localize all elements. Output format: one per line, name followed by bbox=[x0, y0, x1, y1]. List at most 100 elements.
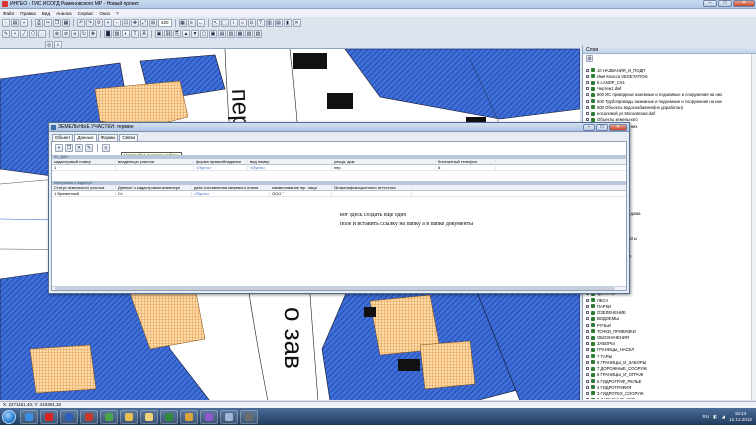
label-icon[interactable]: A bbox=[140, 29, 148, 38]
tool-c-icon[interactable]: ▤ bbox=[218, 29, 226, 38]
tool-g-icon[interactable]: ▨ bbox=[254, 29, 262, 38]
node-icon[interactable]: • bbox=[11, 29, 19, 38]
search-icon[interactable]: ⌕ bbox=[238, 18, 247, 27]
tab-object[interactable]: Объект bbox=[52, 134, 74, 141]
edit-icon[interactable]: ✎ bbox=[2, 29, 10, 38]
layer-up-icon[interactable]: ▲ bbox=[182, 29, 190, 38]
color-icon[interactable]: ◐ bbox=[122, 29, 130, 38]
mail-task[interactable] bbox=[180, 409, 198, 424]
table-cell[interactable]: <Пусто> bbox=[194, 165, 248, 171]
zoom-in-icon[interactable]: + bbox=[104, 18, 112, 27]
layer-visibility-checkbox[interactable] bbox=[586, 360, 589, 364]
full-extent-icon[interactable]: ⤢ bbox=[140, 18, 148, 27]
table-row[interactable]: 1 <Пусто> <Пусто> пер. 8 bbox=[52, 165, 626, 171]
table-order-icon[interactable]: ≡ bbox=[102, 143, 110, 152]
table-row[interactable]: 1 Временный Ст. <Пусто> ООО " bbox=[52, 191, 626, 197]
polygon-icon[interactable]: ⬠ bbox=[29, 29, 37, 38]
menu-service[interactable]: Сервис bbox=[78, 11, 94, 16]
redo-icon[interactable]: ↷ bbox=[86, 18, 94, 27]
language-indicator[interactable]: RU bbox=[702, 414, 709, 419]
text-icon[interactable]: T bbox=[131, 29, 139, 38]
measure-icon[interactable]: ↔ bbox=[196, 18, 205, 27]
fill-icon[interactable]: ▇ bbox=[104, 29, 112, 38]
layer-visibility-checkbox[interactable] bbox=[586, 367, 589, 371]
menu-help[interactable]: ? bbox=[116, 11, 119, 16]
layer-visibility-checkbox[interactable] bbox=[586, 317, 589, 321]
layer-visibility-checkbox[interactable] bbox=[586, 391, 589, 395]
table-cell[interactable]: пер. bbox=[332, 165, 436, 171]
tab-data[interactable]: Данные bbox=[74, 134, 97, 141]
info-icon[interactable]: i bbox=[229, 18, 238, 27]
delete-record-icon[interactable]: ✕ bbox=[75, 143, 83, 152]
paste-icon[interactable]: ▦ bbox=[62, 18, 70, 27]
volume-icon[interactable]: ◢ bbox=[721, 414, 725, 420]
link-icon[interactable]: ⛓ bbox=[164, 29, 172, 38]
point-icon[interactable]: · bbox=[38, 29, 46, 38]
layer-visibility-checkbox[interactable] bbox=[586, 105, 589, 109]
layer-visibility-checkbox[interactable] bbox=[586, 68, 589, 72]
scrollbar-thumb[interactable] bbox=[55, 287, 615, 290]
split-icon[interactable]: ⊘ bbox=[62, 29, 70, 38]
layer-visibility-checkbox[interactable] bbox=[586, 304, 589, 308]
close-button[interactable]: ✕ bbox=[733, 0, 755, 7]
menu-view[interactable]: Вид bbox=[42, 11, 50, 16]
layer-visibility-checkbox[interactable] bbox=[586, 379, 589, 383]
grid-icon[interactable]: ▦ bbox=[178, 18, 187, 27]
delete-icon[interactable]: ✕ bbox=[292, 18, 301, 27]
dialog-close-button[interactable]: ✕ bbox=[609, 124, 627, 131]
layer-down-icon[interactable]: ▼ bbox=[191, 29, 199, 38]
layer-visibility-checkbox[interactable] bbox=[586, 329, 589, 333]
table-icon[interactable]: ▥ bbox=[265, 18, 274, 27]
merge-icon[interactable]: ⊎ bbox=[71, 29, 79, 38]
add-record-icon[interactable]: + bbox=[55, 143, 63, 152]
layer-visibility-checkbox[interactable] bbox=[586, 398, 589, 399]
table-cell[interactable] bbox=[332, 191, 412, 197]
layer-visibility-checkbox[interactable] bbox=[586, 81, 589, 85]
zoom-window-icon[interactable]: ⊡ bbox=[122, 18, 130, 27]
table-cell[interactable]: <Пусто> bbox=[192, 191, 270, 197]
ie-task[interactable] bbox=[20, 409, 38, 424]
attach-icon[interactable]: ⎘ bbox=[173, 29, 181, 38]
map-task[interactable] bbox=[100, 409, 118, 424]
cut-icon[interactable]: ✂ bbox=[44, 18, 52, 27]
table-cell[interactable]: 8 bbox=[436, 165, 496, 171]
scale-icon[interactable]: ⊞ bbox=[149, 18, 157, 27]
clock[interactable]: 16:14 12.12.2012 bbox=[729, 411, 752, 423]
report-icon[interactable]: ▤ bbox=[274, 18, 283, 27]
ingeo-task[interactable] bbox=[80, 409, 98, 424]
snap-icon[interactable]: ⊕ bbox=[53, 29, 61, 38]
layer-visibility-checkbox[interactable] bbox=[586, 311, 589, 315]
layer-visibility-checkbox[interactable] bbox=[586, 385, 589, 389]
print-icon[interactable]: ⎙ bbox=[35, 18, 43, 27]
select-rect-icon[interactable]: ⬚ bbox=[220, 18, 229, 27]
table-cell[interactable]: 1 bbox=[52, 165, 116, 171]
menu-analysis[interactable]: Анализ bbox=[56, 11, 72, 16]
layer-visibility-checkbox[interactable] bbox=[586, 112, 589, 116]
table-cell[interactable]: 1 Временный bbox=[52, 191, 116, 197]
save-icon[interactable]: ▪ bbox=[20, 18, 28, 27]
layer-visibility-checkbox[interactable] bbox=[586, 93, 589, 97]
dialog-maximize-button[interactable]: □ bbox=[596, 124, 608, 131]
tool-a-icon[interactable]: ▢ bbox=[200, 29, 208, 38]
layer-visibility-checkbox[interactable] bbox=[586, 354, 589, 358]
paint-task[interactable] bbox=[200, 409, 218, 424]
tool-d-icon[interactable]: ▥ bbox=[227, 29, 235, 38]
menu-edit[interactable]: Правка bbox=[20, 11, 36, 16]
table-cell[interactable]: ООО " bbox=[270, 191, 332, 197]
tool-f-icon[interactable]: ▧ bbox=[245, 29, 253, 38]
word-task[interactable] bbox=[60, 409, 78, 424]
layer-visibility-checkbox[interactable] bbox=[586, 323, 589, 327]
layer-visibility-checkbox[interactable] bbox=[586, 373, 589, 377]
layers-icon[interactable]: ≡ bbox=[187, 18, 196, 27]
copy-icon[interactable]: ❐ bbox=[53, 18, 61, 27]
table-cell[interactable] bbox=[116, 165, 194, 171]
object-icon[interactable]: ▣ bbox=[155, 29, 163, 38]
layer-visibility-checkbox[interactable] bbox=[586, 87, 589, 91]
start-button[interactable] bbox=[2, 409, 16, 424]
layer-visibility-checkbox[interactable] bbox=[586, 298, 589, 302]
layer-visibility-checkbox[interactable] bbox=[586, 342, 589, 346]
layer-visibility-checkbox[interactable] bbox=[586, 336, 589, 340]
tool-task[interactable] bbox=[240, 409, 258, 424]
tab-links[interactable]: Связи bbox=[119, 134, 138, 141]
opera-task[interactable] bbox=[40, 409, 58, 424]
